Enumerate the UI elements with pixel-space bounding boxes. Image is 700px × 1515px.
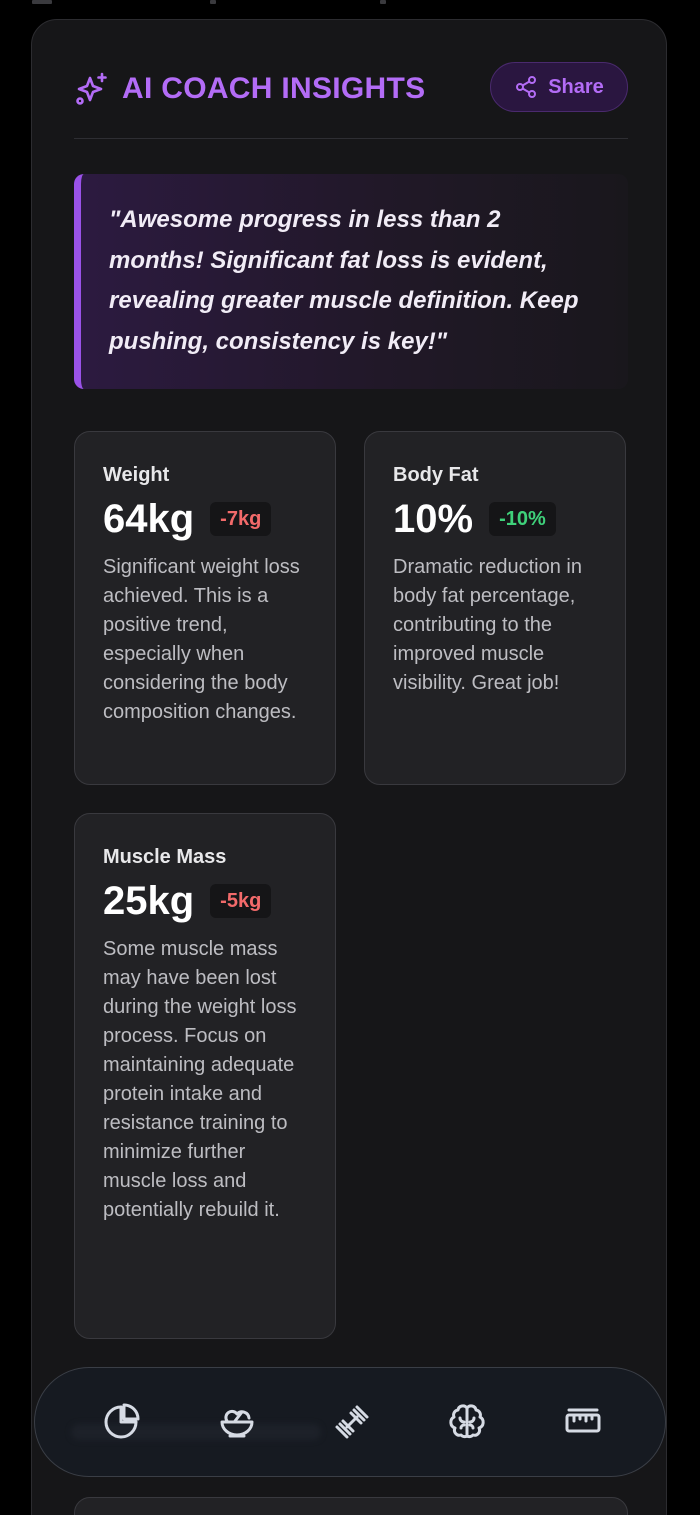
- nav-item-measurements[interactable]: [559, 1398, 607, 1446]
- metric-description: Significant weight loss achieved. This i…: [103, 556, 300, 723]
- metric-description: Some muscle mass may have been lost duri…: [103, 938, 297, 1221]
- metric-label: Body Fat: [393, 464, 479, 486]
- bottom-nav-bar: [34, 1367, 666, 1477]
- change-badge: -5kg: [210, 884, 272, 918]
- nav-item-ai-coach[interactable]: [443, 1398, 491, 1446]
- metric-label: Weight: [103, 464, 170, 486]
- share-icon: [516, 76, 537, 98]
- change-badge: -7kg: [210, 502, 272, 536]
- nav-item-nutrition[interactable]: [213, 1398, 261, 1446]
- dumbbell-icon: [335, 1405, 369, 1439]
- metric-value: 10%: [393, 497, 474, 541]
- metric-value: 25kg: [103, 879, 195, 923]
- header-divider: [74, 138, 628, 139]
- metric-card-body-fat: Body Fat 10% -10% Dramatic reduction in …: [364, 431, 626, 785]
- pie-chart-icon: [104, 1403, 140, 1439]
- share-button[interactable]: Share: [490, 62, 628, 112]
- next-section-card: [74, 1497, 628, 1515]
- page: AI COACH INSIGHTS Share "Awesome progres…: [0, 0, 700, 1515]
- coach-quote-text: "Awesome progress in less than 2 months!…: [109, 206, 579, 355]
- nav-item-overview[interactable]: [97, 1398, 145, 1446]
- brain-icon: [449, 1404, 485, 1439]
- salad-bowl-icon: [220, 1409, 254, 1438]
- top-scroll-remnant: [0, 0, 700, 6]
- metric-value: 64kg: [103, 497, 195, 541]
- coach-quote: "Awesome progress in less than 2 months!…: [74, 174, 628, 389]
- share-button-label: Share: [548, 75, 604, 98]
- ruler-icon: [565, 1408, 601, 1433]
- nav-item-workouts[interactable]: [328, 1398, 376, 1446]
- metric-label: Muscle Mass: [103, 846, 227, 868]
- sparkles-icon: [76, 72, 107, 105]
- page-title: AI COACH INSIGHTS: [122, 72, 426, 105]
- metric-description: Dramatic reduction in body fat percentag…: [393, 556, 582, 694]
- change-badge: -10%: [489, 502, 556, 536]
- ai-coach-insights-card: AI COACH INSIGHTS Share "Awesome progres…: [31, 19, 667, 1515]
- metric-card-weight: Weight 64kg -7kg Significant weight loss…: [74, 431, 336, 785]
- metric-card-muscle-mass: Muscle Mass 25kg -5kg Some muscle mass m…: [74, 813, 336, 1339]
- card-header: AI COACH INSIGHTS Share: [74, 62, 628, 116]
